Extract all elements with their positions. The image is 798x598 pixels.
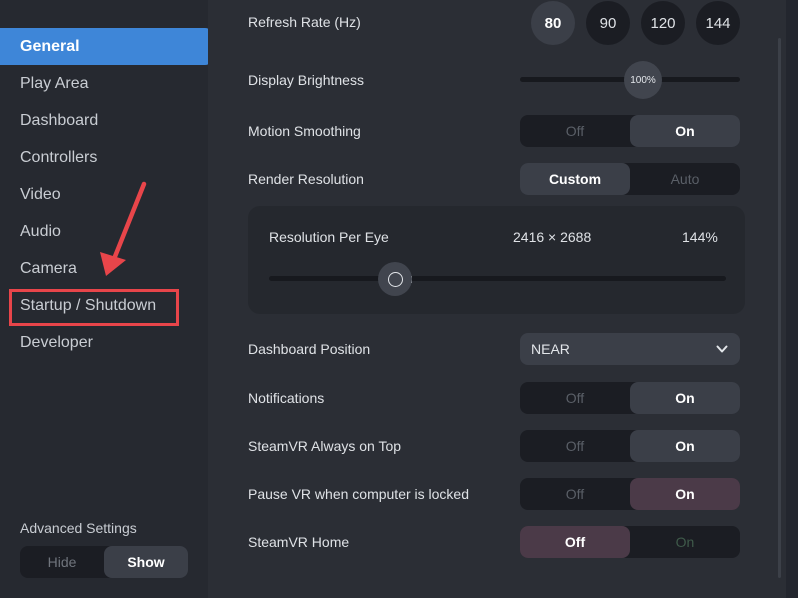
always-on-top-toggle: Off On — [520, 430, 740, 462]
advanced-hide-option[interactable]: Hide — [20, 546, 104, 578]
sidebar-item-developer[interactable]: Developer — [0, 324, 213, 361]
refresh-rate-90-button[interactable]: 90 — [586, 1, 630, 45]
pause-vr-off[interactable]: Off — [520, 478, 630, 510]
refresh-rate-144-button[interactable]: 144 — [696, 1, 740, 45]
always-on-top-label: SteamVR Always on Top — [248, 438, 402, 454]
advanced-settings-toggle: Hide Show — [20, 546, 188, 578]
motion-smoothing-label: Motion Smoothing — [248, 123, 361, 139]
render-resolution-custom[interactable]: Custom — [520, 163, 630, 195]
notifications-on[interactable]: On — [630, 382, 740, 414]
sidebar-item-controllers[interactable]: Controllers — [0, 139, 213, 176]
always-on-top-on[interactable]: On — [630, 430, 740, 462]
pause-vr-on[interactable]: On — [630, 478, 740, 510]
motion-smoothing-off[interactable]: Off — [520, 115, 630, 147]
notifications-toggle: Off On — [520, 382, 740, 414]
highlight-box — [9, 289, 179, 326]
knob-ring-icon — [387, 271, 403, 287]
sidebar-item-dashboard[interactable]: Dashboard — [0, 102, 213, 139]
chevron-down-icon — [716, 345, 728, 353]
resolution-per-eye-dims: 2416 × 2688 — [513, 229, 592, 245]
dashboard-position-value: NEAR — [531, 341, 570, 357]
render-resolution-toggle: Custom Auto — [520, 163, 740, 195]
advanced-show-option[interactable]: Show — [104, 546, 188, 578]
refresh-rate-80-button[interactable]: 80 — [531, 1, 575, 45]
steamvr-home-label: SteamVR Home — [248, 534, 350, 550]
refresh-rate-120-button[interactable]: 120 — [641, 1, 685, 45]
notifications-label: Notifications — [248, 390, 325, 406]
red-arrow-icon — [100, 181, 147, 276]
steamvr-home-toggle: Off On — [520, 526, 740, 558]
always-on-top-off[interactable]: Off — [520, 430, 630, 462]
scrollbar[interactable] — [774, 38, 786, 578]
refresh-rate-label: Refresh Rate (Hz) — [248, 14, 361, 30]
sidebar-item-general[interactable]: General — [0, 28, 213, 65]
dashboard-position-label: Dashboard Position — [248, 341, 371, 357]
advanced-settings-label: Advanced Settings — [20, 520, 137, 536]
resolution-per-eye-percent: 144% — [682, 229, 718, 245]
pause-vr-label: Pause VR when computer is locked — [248, 486, 469, 502]
display-brightness-knob[interactable]: 100% — [624, 61, 662, 99]
render-resolution-label: Render Resolution — [248, 171, 364, 187]
steamvr-home-on[interactable]: On — [630, 526, 740, 558]
motion-smoothing-on[interactable]: On — [630, 115, 740, 147]
resolution-per-eye-slider[interactable] — [269, 276, 726, 281]
resolution-per-eye-label: Resolution Per Eye — [269, 229, 389, 245]
notifications-off[interactable]: Off — [520, 382, 630, 414]
resolution-per-eye-knob[interactable] — [378, 262, 412, 296]
scrollbar-thumb[interactable] — [778, 38, 781, 578]
dashboard-position-dropdown[interactable]: NEAR — [520, 333, 740, 365]
display-brightness-label: Display Brightness — [248, 72, 364, 88]
resolution-per-eye-panel — [248, 206, 745, 314]
render-resolution-auto[interactable]: Auto — [630, 163, 740, 195]
steamvr-home-off[interactable]: Off — [520, 526, 630, 558]
pause-vr-toggle: Off On — [520, 478, 740, 510]
motion-smoothing-toggle: Off On — [520, 115, 740, 147]
sidebar-item-play-area[interactable]: Play Area — [0, 65, 213, 102]
